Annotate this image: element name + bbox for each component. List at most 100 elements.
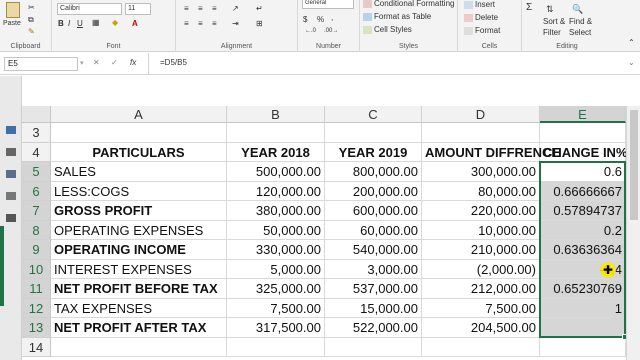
- align-left-icon[interactable]: ≡: [184, 19, 189, 28]
- cell-b8[interactable]: 50,000.00: [227, 220, 325, 240]
- cell-a10[interactable]: INTEREST EXPENSES: [51, 259, 227, 279]
- cell-b10[interactable]: 5,000.00: [227, 259, 325, 279]
- cell-b9[interactable]: 330,000.00: [227, 240, 325, 260]
- increase-decimal-icon[interactable]: ←.0: [305, 28, 316, 34]
- name-box-dropdown-icon[interactable]: ▾: [80, 59, 84, 67]
- cell-a12[interactable]: TAX EXPENSES: [51, 298, 227, 318]
- format-painter-icon[interactable]: ✎: [28, 27, 35, 36]
- cell-c12[interactable]: 15,000.00: [325, 298, 422, 318]
- scrollbar-thumb[interactable]: [630, 110, 638, 220]
- paste-button[interactable]: Paste: [3, 20, 21, 27]
- cell-e9[interactable]: 0.63636364: [540, 240, 626, 260]
- cell-c9[interactable]: 540,000.00: [325, 240, 422, 260]
- column-header-c[interactable]: C: [325, 106, 422, 123]
- row-header-6[interactable]: 6: [22, 181, 51, 201]
- window-icon[interactable]: [6, 170, 16, 178]
- filter-button[interactable]: Filter: [543, 28, 561, 37]
- column-header-e[interactable]: E: [540, 106, 626, 123]
- cell-a6[interactable]: LESS:COGS: [51, 181, 227, 201]
- cell-e6[interactable]: 0.66666667: [540, 181, 626, 201]
- cell-c8[interactable]: 60,000.00: [325, 220, 422, 240]
- indent-icon[interactable]: ⇥: [232, 19, 239, 28]
- cell-e5[interactable]: 0.6: [540, 162, 626, 182]
- cancel-edit-button[interactable]: ✕: [93, 58, 100, 67]
- cell-b6[interactable]: 120,000.00: [227, 181, 325, 201]
- cell-b7[interactable]: 380,000.00: [227, 201, 325, 221]
- italic-button[interactable]: I: [68, 19, 70, 28]
- borders-icon[interactable]: ▦: [92, 18, 100, 27]
- cell-e7[interactable]: 0.57894737: [540, 201, 626, 221]
- cell-a11[interactable]: NET PROFIT BEFORE TAX: [51, 279, 227, 299]
- cell-a4[interactable]: PARTICULARS: [51, 142, 227, 162]
- font-size-box[interactable]: 11: [125, 3, 151, 15]
- delete-button[interactable]: Delete: [464, 13, 498, 22]
- merge-center-icon[interactable]: ⊞: [256, 19, 263, 28]
- row-header-9[interactable]: 9: [22, 240, 51, 260]
- cell-b5[interactable]: 500,000.00: [227, 162, 325, 182]
- cell-a5[interactable]: SALES: [51, 162, 227, 182]
- sort-button[interactable]: Sort &: [543, 17, 565, 26]
- sheet-icon[interactable]: [6, 126, 16, 134]
- row-header-3[interactable]: 3: [22, 123, 51, 143]
- cell-d7[interactable]: 220,000.00: [422, 201, 540, 221]
- cell-styles-button[interactable]: Cell Styles: [363, 25, 412, 34]
- select-button[interactable]: Select: [569, 28, 591, 37]
- row-header-4[interactable]: 4: [22, 142, 51, 162]
- font-name-box[interactable]: Calibri: [57, 3, 122, 15]
- middle-align-icon[interactable]: ≡: [198, 4, 203, 13]
- cell-c3[interactable]: [325, 123, 422, 143]
- cell-d9[interactable]: 210,000.00: [422, 240, 540, 260]
- cell-a9[interactable]: OPERATING INCOME: [51, 240, 227, 260]
- formula-input[interactable]: =D5/B5: [160, 58, 187, 67]
- cell-e3[interactable]: [540, 123, 626, 143]
- cell-d14[interactable]: [422, 337, 540, 357]
- cell-b11[interactable]: 325,000.00: [227, 279, 325, 299]
- autosum-button[interactable]: Σ: [526, 2, 532, 13]
- cell-e13[interactable]: [540, 318, 626, 338]
- cell-e4[interactable]: CHANGE IN%: [540, 142, 628, 162]
- cell-b4[interactable]: YEAR 2018: [227, 142, 325, 162]
- row-header-10[interactable]: 10: [22, 259, 51, 279]
- insert-button[interactable]: Insert: [464, 0, 495, 9]
- row-header-11[interactable]: 11: [22, 279, 51, 299]
- column-header-a[interactable]: A: [51, 106, 227, 123]
- bottom-align-icon[interactable]: ≡: [212, 4, 217, 13]
- find-button[interactable]: Find &: [569, 17, 592, 26]
- cell-d3[interactable]: [422, 123, 540, 143]
- copy-icon[interactable]: ⧉: [28, 15, 34, 25]
- cell-c7[interactable]: 600,000.00: [325, 201, 422, 221]
- cell-d5[interactable]: 300,000.00: [422, 162, 540, 182]
- fill-color-icon[interactable]: ◆: [112, 18, 118, 27]
- cell-a13[interactable]: NET PROFIT AFTER TAX: [51, 318, 227, 338]
- name-box[interactable]: E5: [4, 57, 78, 71]
- cell-d10[interactable]: (2,000.00): [422, 259, 540, 279]
- cell-d12[interactable]: 7,500.00: [422, 298, 540, 318]
- cell-b3[interactable]: [227, 123, 325, 143]
- row-header-5[interactable]: 5: [22, 162, 51, 182]
- align-right-icon[interactable]: ≡: [212, 19, 217, 28]
- cell-e14[interactable]: [540, 337, 626, 357]
- cell-c4[interactable]: YEAR 2019: [325, 142, 422, 162]
- paste-icon[interactable]: [6, 2, 20, 18]
- cell-d13[interactable]: 204,500.00: [422, 318, 540, 338]
- print-icon[interactable]: [6, 148, 16, 156]
- cell-d11[interactable]: 212,000.00: [422, 279, 540, 299]
- cell-e11[interactable]: 0.65230769: [540, 279, 626, 299]
- cell-d6[interactable]: 80,000.00: [422, 181, 540, 201]
- expand-formula-icon[interactable]: ⌄: [628, 58, 635, 67]
- cell-c6[interactable]: 200,000.00: [325, 181, 422, 201]
- row-header-7[interactable]: 7: [22, 201, 51, 221]
- row-header-13[interactable]: 13: [22, 318, 51, 338]
- font-color-button[interactable]: A: [132, 19, 138, 28]
- format-as-table-button[interactable]: Format as Table: [363, 12, 431, 21]
- comma-button[interactable]: ,: [331, 13, 333, 22]
- search-icon[interactable]: [6, 192, 16, 200]
- row-header-12[interactable]: 12: [22, 298, 51, 318]
- align-center-icon[interactable]: ≡: [198, 19, 203, 28]
- cell-b14[interactable]: [227, 337, 325, 357]
- underline-button[interactable]: U: [77, 19, 83, 28]
- binoculars-icon[interactable]: [6, 214, 16, 222]
- cell-c14[interactable]: [325, 337, 422, 357]
- number-format-box[interactable]: General: [302, 0, 354, 9]
- cell-a8[interactable]: OPERATING EXPENSES: [51, 220, 227, 240]
